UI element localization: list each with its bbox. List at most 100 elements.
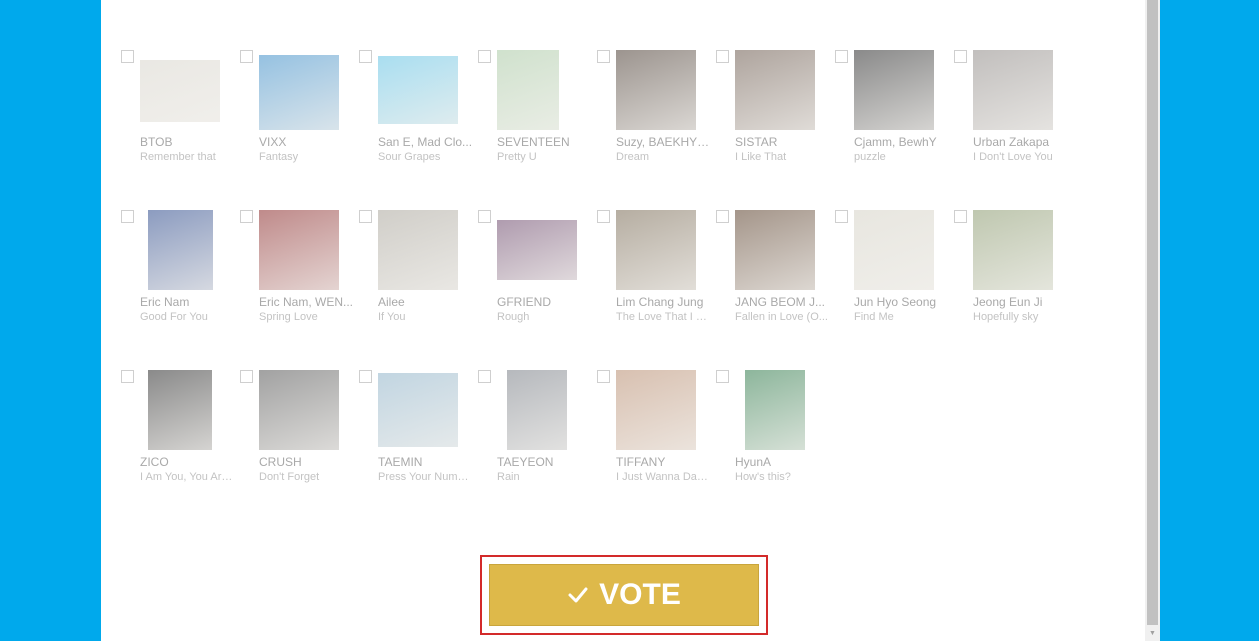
song-title: Fallen in Love (O... [735,311,828,323]
song-title: The Love That I C... [616,311,711,323]
album-art-frame [140,210,220,290]
select-checkbox[interactable] [597,50,610,63]
album-art[interactable] [616,210,696,290]
song-card[interactable]: SISTAR I Like That [716,50,828,180]
song-title: Rain [497,471,520,483]
select-checkbox[interactable] [597,370,610,383]
song-title: If You [378,311,406,323]
artist-name: Eric Nam [140,295,190,309]
album-art-frame [378,210,458,290]
song-selection-panel: You're the bestAfterMonochy ComplainBles… [101,0,1145,641]
artist-name: ZICO [140,455,169,469]
song-card[interactable]: HyunA How's this? [716,370,828,500]
song-title: Pretty U [497,151,537,163]
song-title: Sour Grapes [378,151,441,163]
song-title: Good For You [140,311,208,323]
select-checkbox[interactable] [359,50,372,63]
select-checkbox[interactable] [835,50,848,63]
scrollbar-thumb[interactable] [1147,0,1158,625]
vote-label: VOTE [599,578,681,611]
album-art[interactable] [259,370,339,450]
select-checkbox[interactable] [597,210,610,223]
album-art[interactable] [259,210,339,290]
artist-name: Jun Hyo Seong [854,295,937,309]
song-card[interactable]: TIFFANY I Just Wanna Dance [597,370,711,500]
artist-name: TAEMIN [378,455,423,469]
album-art-frame [378,370,458,450]
select-checkbox[interactable] [121,370,134,383]
album-art[interactable] [973,50,1053,130]
song-card[interactable]: Ailee If You [359,210,471,340]
song-card[interactable]: Suzy, BAEKHYUN Dream [597,50,711,180]
album-art[interactable] [378,210,458,290]
song-card[interactable]: CRUSH Don't Forget [240,370,352,500]
album-art[interactable] [378,56,458,124]
artist-name: Ailee [378,295,405,309]
select-checkbox[interactable] [121,210,134,223]
album-art[interactable] [507,370,567,450]
select-checkbox[interactable] [240,210,253,223]
vote-button[interactable]: VOTE [489,564,759,626]
song-title: I Am You, You Are... [140,471,235,483]
album-art[interactable] [148,370,212,450]
select-checkbox[interactable] [716,50,729,63]
album-art[interactable] [854,50,934,130]
select-checkbox[interactable] [954,50,967,63]
song-card[interactable]: TAEYEON Rain [478,370,590,500]
select-checkbox[interactable] [121,50,134,63]
album-art[interactable] [140,60,220,122]
album-art-frame [854,210,934,290]
artist-name: SEVENTEEN [497,135,570,149]
vote-highlight-frame: VOTE [480,555,768,635]
album-art[interactable] [616,50,696,130]
song-card[interactable]: TAEMIN Press Your Number [359,370,473,500]
album-art[interactable] [973,210,1053,290]
select-checkbox[interactable] [716,210,729,223]
song-card[interactable]: Jeong Eun Ji Hopefully sky [954,210,1066,340]
song-card[interactable]: GFRIEND Rough [478,210,590,340]
select-checkbox[interactable] [240,50,253,63]
song-card[interactable]: Lim Chang Jung The Love That I C... [597,210,711,340]
select-checkbox[interactable] [954,210,967,223]
select-checkbox[interactable] [240,370,253,383]
song-card[interactable]: Cjamm, BewhY puzzle [835,50,947,180]
song-card[interactable]: BTOB Remember that [121,50,233,180]
song-card[interactable]: Jun Hyo Seong Find Me [835,210,947,340]
song-card[interactable]: ZICO I Am You, You Are... [121,370,235,500]
song-card[interactable]: Eric Nam Good For You [121,210,233,340]
album-art-frame [735,210,815,290]
album-art[interactable] [259,55,339,130]
artist-name: Lim Chang Jung [616,295,704,309]
select-checkbox[interactable] [478,370,491,383]
album-art[interactable] [497,220,577,280]
album-art-frame [973,50,1053,130]
select-checkbox[interactable] [478,210,491,223]
song-card[interactable]: San E, Mad Clo... Sour Grapes [359,50,472,180]
artist-name: CRUSH [259,455,302,469]
select-checkbox[interactable] [478,50,491,63]
album-art-frame [973,210,1053,290]
select-checkbox[interactable] [835,210,848,223]
song-card[interactable]: SEVENTEEN Pretty U [478,50,590,180]
album-art[interactable] [148,210,213,290]
album-art-frame [616,50,696,130]
artist-name: HyunA [735,455,772,469]
album-art[interactable] [735,210,815,290]
scroll-down-arrow-icon[interactable]: ▼ [1145,627,1160,641]
vertical-scrollbar[interactable]: ▼ [1145,0,1160,641]
album-art[interactable] [745,370,805,450]
album-art[interactable] [497,50,559,130]
album-art[interactable] [616,370,696,450]
song-card[interactable]: JANG BEOM J... Fallen in Love (O... [716,210,828,340]
song-card[interactable]: Eric Nam, WEN... Spring Love [240,210,353,340]
select-checkbox[interactable] [359,370,372,383]
song-card[interactable]: Urban Zakapa I Don't Love You [954,50,1066,180]
select-checkbox[interactable] [716,370,729,383]
album-art-frame [497,370,577,450]
song-card[interactable]: VIXX Fantasy [240,50,352,180]
select-checkbox[interactable] [359,210,372,223]
song-title: How's this? [735,471,791,483]
album-art[interactable] [378,373,458,447]
album-art[interactable] [854,210,934,290]
album-art[interactable] [735,50,815,130]
